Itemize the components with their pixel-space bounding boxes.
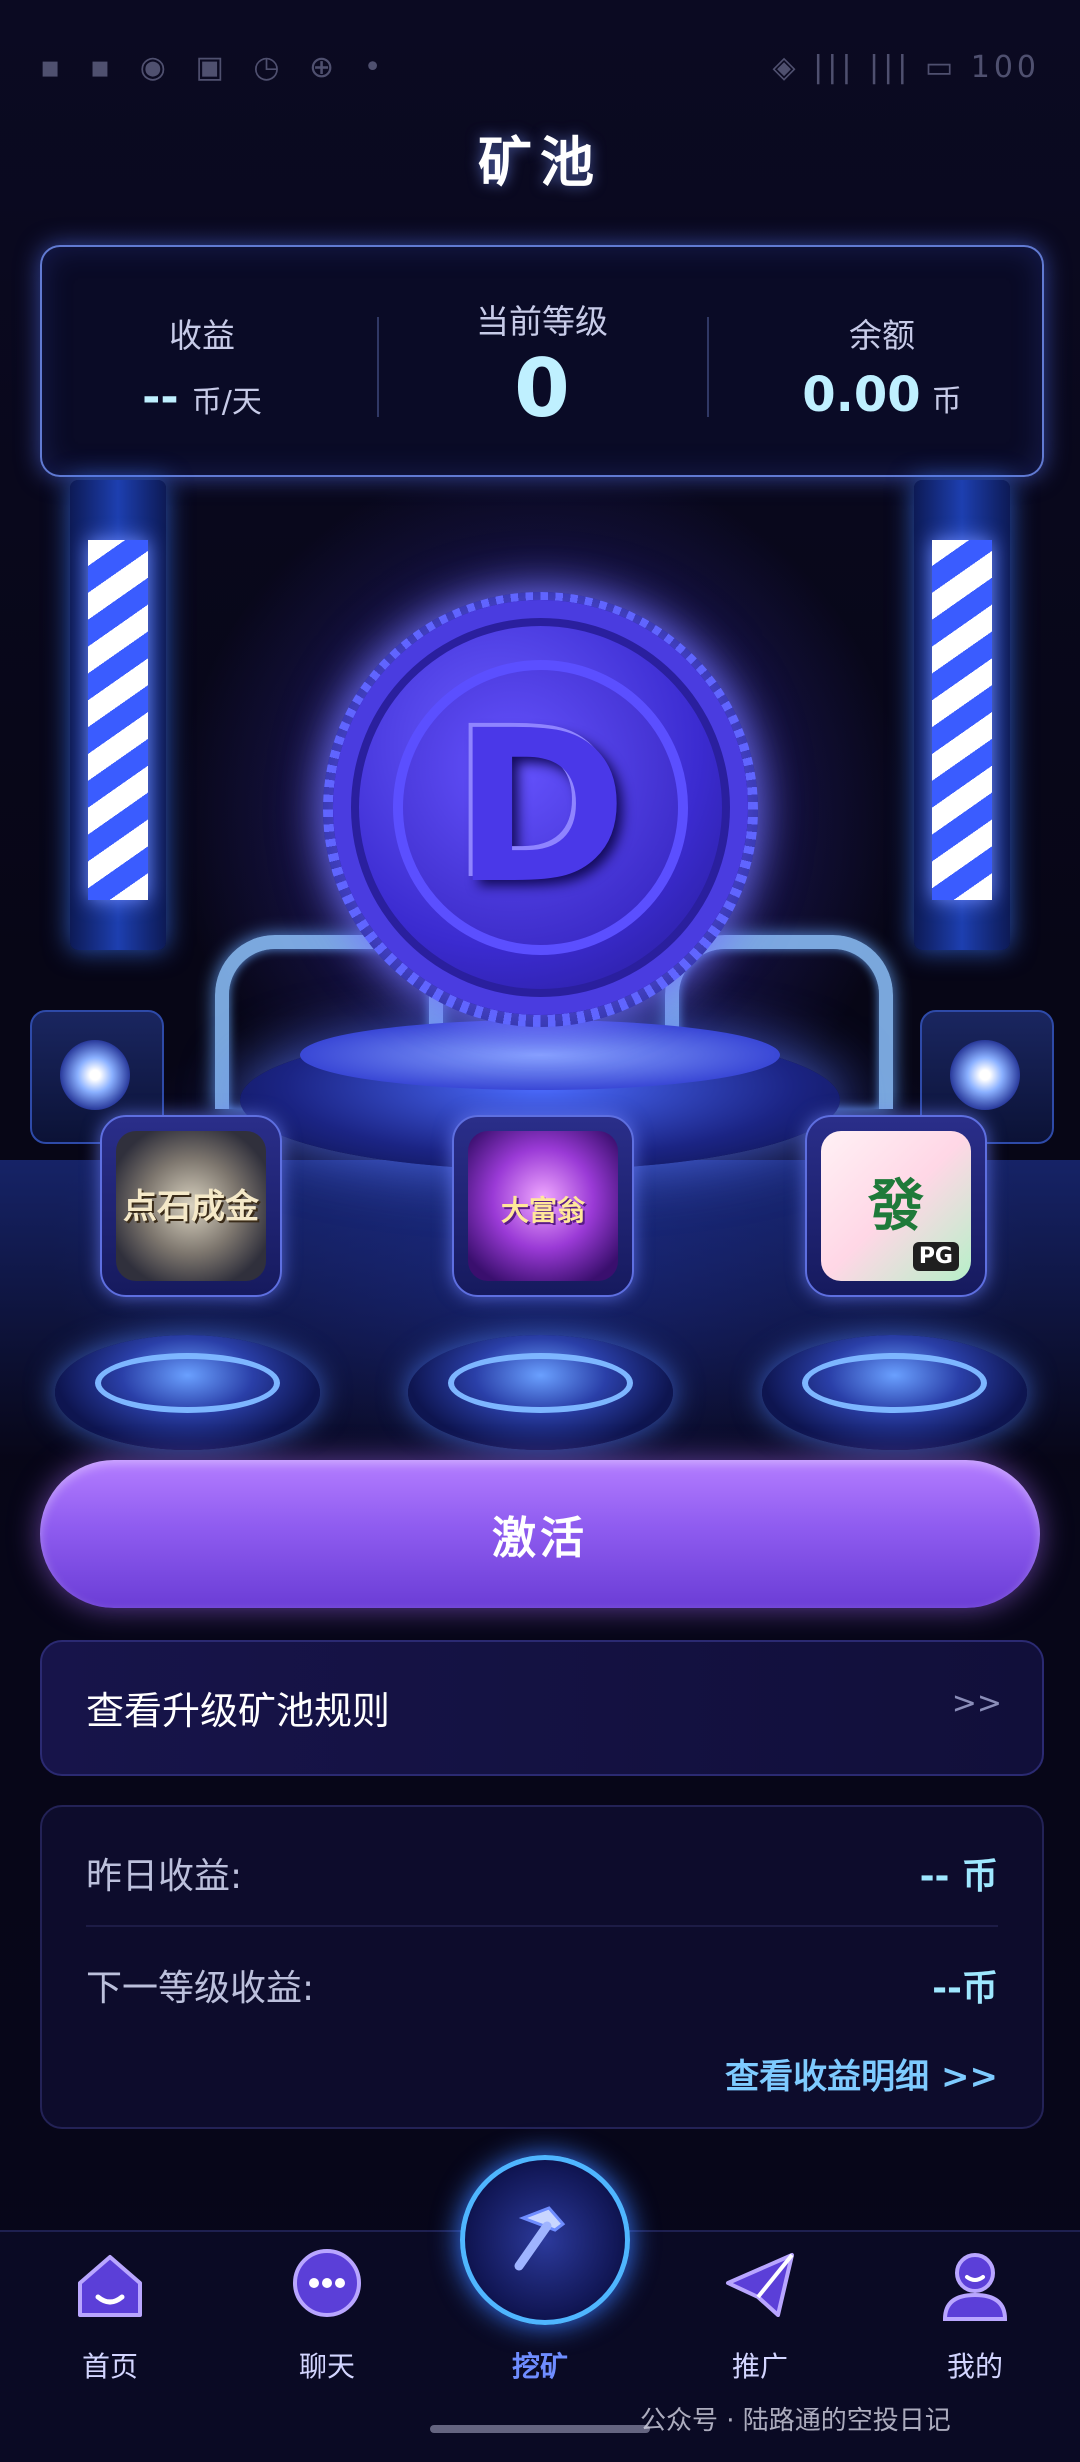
game-title: 点石成金 (123, 1187, 259, 1227)
stats-card: 收益 -- 币/天 当前等级 0 余额 0.00 币 (40, 245, 1044, 477)
pedestal-2 (408, 1335, 673, 1450)
coin-logo-icon: D (453, 684, 628, 930)
next-level-earnings-label: 下一等级收益: (86, 1968, 315, 2009)
game-tile-1[interactable]: 点石成金 (100, 1115, 282, 1297)
home-icon (78, 2255, 142, 2317)
game-icon-rich: 大富翁 (468, 1131, 618, 1281)
earnings-detail-link[interactable]: 查看收益明细 >> (725, 2049, 998, 2098)
yesterday-earnings-value: -- 币 (919, 1856, 998, 1897)
income-value-wrap: -- 币/天 (42, 372, 362, 423)
balance-stat: 余额 0.00 币 (722, 247, 1042, 475)
income-stat: 收益 -- 币/天 (42, 247, 362, 475)
nav-mine[interactable] (460, 2155, 630, 2325)
pedestal-3 (762, 1335, 1027, 1450)
nav-promote-label: 推广 (731, 2350, 788, 2383)
pedestal-1 (55, 1335, 320, 1450)
divider (707, 317, 709, 417)
status-icons-left: ▪ ▪ ◉ ▣ ◷ ⊕ • (40, 50, 392, 85)
home-indicator[interactable] (430, 2425, 650, 2433)
stripe-light (88, 540, 148, 900)
game-tile-2[interactable]: 大富翁 (452, 1115, 634, 1297)
level-value: 0 (514, 342, 570, 435)
activate-label: 激活 (492, 1513, 588, 1564)
paper-plane-icon (726, 2253, 794, 2317)
status-icons-right: ◈ ||| ||| ▭ 100 (772, 50, 1040, 85)
rules-label: 查看升级矿池规则 (86, 1689, 391, 1733)
balance-label: 余额 (849, 316, 915, 355)
page-title: 矿池 (478, 131, 602, 194)
nav-chat-label: 聊天 (298, 2350, 355, 2383)
pg-badge: PG (912, 1242, 959, 1271)
game-title: 發 (868, 1174, 924, 1239)
balance-value: 0.00 (802, 367, 921, 423)
chat-icon (293, 2249, 361, 2317)
game-title: 大富翁 (500, 1194, 585, 1227)
watermark: 公众号 · 陆路通的空投日记 (640, 2406, 951, 2436)
podium-top (300, 1020, 780, 1090)
right-pillar (914, 480, 1010, 950)
game-tile-3[interactable]: 發 PG (805, 1115, 987, 1297)
next-level-earnings-value: --币 (932, 1968, 998, 2009)
level-stat: 当前等级 0 (382, 247, 702, 475)
upgrade-rules-row[interactable]: 查看升级矿池规则 >> (40, 1640, 1044, 1776)
nav-me-label: 我的 (946, 2350, 1003, 2383)
balance-value-wrap: 0.00 币 (722, 367, 1042, 423)
earnings-card: 昨日收益: -- 币 下一等级收益: --币 查看收益明细 >> (40, 1805, 1044, 2129)
level-label: 当前等级 (476, 302, 608, 341)
chevron-right-icon: >> (951, 1686, 1002, 1721)
income-value: -- (142, 372, 179, 423)
hammer-icon (514, 2206, 566, 2271)
divider (86, 1925, 998, 1927)
pedestal-ring (448, 1353, 633, 1413)
status-bar: ▪ ▪ ◉ ▣ ◷ ⊕ • ◈ ||| ||| ▭ 100 (0, 40, 1080, 100)
income-label: 收益 (169, 316, 235, 355)
activate-button[interactable]: 激活 (40, 1460, 1040, 1608)
left-pillar (70, 480, 166, 950)
divider (377, 317, 379, 417)
balance-unit: 币 (931, 384, 962, 419)
stripe-light (932, 540, 992, 900)
nav-home-label: 首页 (81, 2350, 138, 2383)
token-coin: D (333, 600, 748, 1015)
nav-mine-label: 挖矿 (511, 2350, 568, 2383)
user-icon (942, 2253, 1008, 2321)
pedestal-ring (95, 1353, 280, 1413)
speaker-light (950, 1040, 1020, 1110)
game-icon-stone: 点石成金 (116, 1131, 266, 1281)
speaker-light (60, 1040, 130, 1110)
yesterday-earnings-label: 昨日收益: (86, 1856, 243, 1897)
coin-face: D (393, 660, 688, 955)
income-unit: 币/天 (191, 385, 262, 420)
pedestal-ring (802, 1353, 987, 1413)
game-icon-mahjong: 發 PG (821, 1131, 971, 1281)
